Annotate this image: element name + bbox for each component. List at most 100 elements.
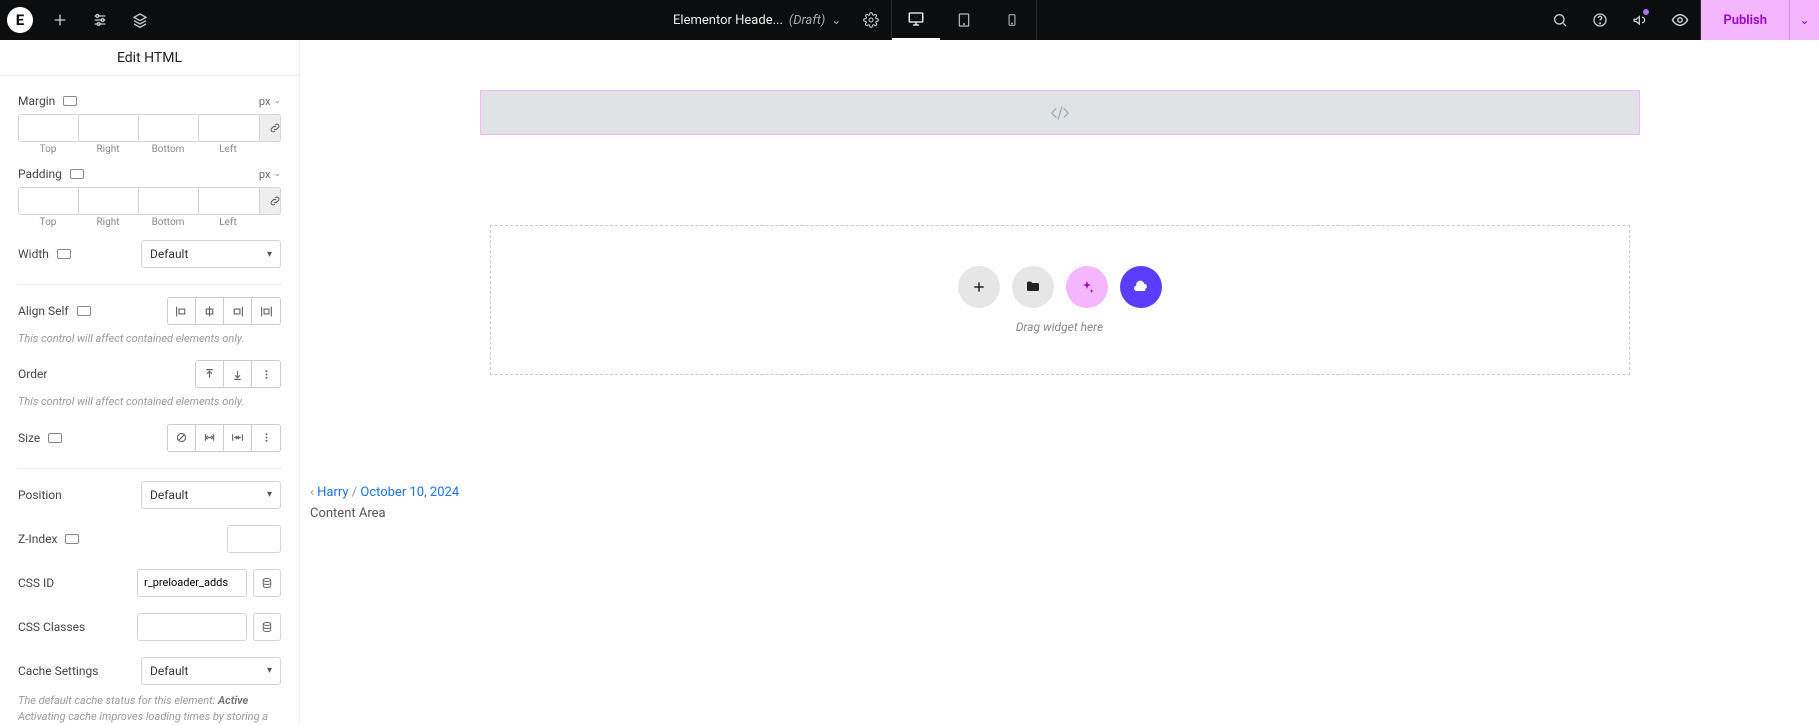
structure-button[interactable]: [120, 0, 160, 40]
preview-button[interactable]: [1660, 0, 1700, 40]
help-button[interactable]: [1580, 0, 1620, 40]
margin-inputs: [18, 114, 281, 142]
css-classes-dynamic-button[interactable]: [253, 613, 281, 641]
author-link[interactable]: Harry: [317, 485, 348, 500]
database-icon: [261, 577, 273, 589]
align-center-button[interactable]: [196, 298, 224, 324]
device-mobile[interactable]: [988, 0, 1036, 40]
responsive-icon[interactable]: [57, 249, 71, 259]
order-first-button[interactable]: [196, 361, 224, 387]
responsive-icon[interactable]: [63, 96, 77, 106]
align-self-label: Align Self: [18, 304, 69, 318]
size-more-button[interactable]: [252, 425, 280, 451]
margin-right-input[interactable]: [79, 115, 139, 141]
position-select[interactable]: Default ▾: [141, 481, 281, 509]
responsive-icon[interactable]: [65, 534, 79, 544]
whats-new-button[interactable]: [1620, 0, 1660, 40]
zindex-label: Z-Index: [18, 532, 57, 546]
eye-icon: [1671, 11, 1689, 29]
dim-label: Top: [18, 217, 78, 228]
more-vertical-icon: [260, 368, 273, 381]
size-shrink-button[interactable]: [224, 425, 252, 451]
cache-label: Cache Settings: [18, 664, 98, 678]
grow-icon: [203, 431, 216, 444]
shrink-icon: [231, 431, 244, 444]
size-grow-button[interactable]: [196, 425, 224, 451]
publish-button[interactable]: Publish: [1701, 0, 1789, 40]
padding-unit: px: [259, 168, 271, 181]
padding-unit-selector[interactable]: px⌄: [259, 168, 281, 181]
document-title-dropdown[interactable]: Elementor Heade... (Draft) ⌄: [663, 13, 851, 28]
panel-body: Margin px⌄ Top Right Bottom: [0, 76, 299, 725]
align-end-button[interactable]: [224, 298, 252, 324]
responsive-icon[interactable]: [70, 169, 84, 179]
padding-link-button[interactable]: [259, 188, 281, 214]
align-stretch-icon: [260, 305, 273, 318]
position-label: Position: [18, 488, 62, 502]
add-widget-button[interactable]: [40, 0, 80, 40]
css-id-dynamic-button[interactable]: [253, 569, 281, 597]
padding-left-input[interactable]: [199, 188, 259, 214]
html-widget[interactable]: [480, 90, 1640, 135]
margin-unit-selector[interactable]: px⌄: [259, 95, 281, 108]
logo-letter: E: [7, 7, 33, 33]
none-icon: [175, 431, 188, 444]
code-icon: [1049, 102, 1071, 124]
zindex-input[interactable]: [227, 525, 281, 553]
dim-label: Bottom: [138, 144, 198, 155]
publish-options-button[interactable]: ⌄: [1789, 0, 1819, 40]
margin-left-input[interactable]: [199, 115, 259, 141]
size-none-button[interactable]: [168, 425, 196, 451]
ai-button[interactable]: [1066, 266, 1108, 308]
drop-zone[interactable]: Drag widget here: [490, 225, 1630, 375]
dim-label: Left: [198, 217, 258, 228]
order-more-button[interactable]: [252, 361, 280, 387]
mobile-icon: [1005, 13, 1019, 27]
dim-label: Right: [78, 144, 138, 155]
order-last-button[interactable]: [224, 361, 252, 387]
chevron-down-icon: ▾: [267, 489, 272, 500]
order-buttons: [195, 360, 281, 388]
cache-value: Default: [150, 664, 188, 678]
align-self-buttons: [167, 297, 281, 325]
size-label: Size: [18, 431, 40, 445]
width-select[interactable]: Default ▾: [141, 240, 281, 268]
align-stretch-button[interactable]: [252, 298, 280, 324]
padding-top-input[interactable]: [19, 188, 79, 214]
link-icon: [269, 122, 281, 134]
align-start-button[interactable]: [168, 298, 196, 324]
width-label: Width: [18, 247, 49, 261]
site-settings-button[interactable]: [80, 0, 120, 40]
responsive-icon[interactable]: [48, 433, 62, 443]
device-desktop[interactable]: [892, 0, 940, 40]
folder-icon: [1025, 279, 1041, 295]
dim-label: Left: [198, 144, 258, 155]
link-icon: [269, 195, 281, 207]
margin-bottom-input[interactable]: [139, 115, 199, 141]
finder-button[interactable]: [1540, 0, 1580, 40]
add-element-button[interactable]: [958, 266, 1000, 308]
cache-select[interactable]: Default ▾: [141, 657, 281, 685]
padding-right-input[interactable]: [79, 188, 139, 214]
gear-icon: [863, 12, 879, 28]
css-classes-input[interactable]: [137, 613, 247, 641]
size-buttons: [167, 424, 281, 452]
margin-link-button[interactable]: [259, 115, 281, 141]
elementor-logo[interactable]: E: [0, 0, 40, 40]
database-icon: [261, 621, 273, 633]
margin-top-input[interactable]: [19, 115, 79, 141]
responsive-icon[interactable]: [77, 306, 91, 316]
page-settings-button[interactable]: [851, 0, 891, 40]
device-tablet[interactable]: [940, 0, 988, 40]
dropzone-text: Drag widget here: [1016, 320, 1103, 334]
import-kit-button[interactable]: [1120, 266, 1162, 308]
page-meta: ‹ Harry / October 10, 2024 Content Area: [310, 485, 459, 521]
padding-bottom-input[interactable]: [139, 188, 199, 214]
align-start-icon: [175, 305, 188, 318]
width-value: Default: [150, 247, 188, 261]
date-link[interactable]: October 10, 2024: [360, 485, 459, 500]
sliders-icon: [92, 12, 108, 28]
add-template-button[interactable]: [1012, 266, 1054, 308]
css-id-input[interactable]: [137, 569, 247, 597]
document-title: Elementor Heade...: [673, 13, 783, 28]
